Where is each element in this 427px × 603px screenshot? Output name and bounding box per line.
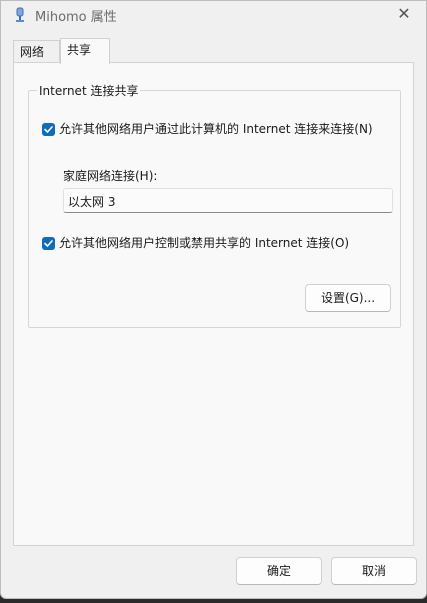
allow-share-checkbox[interactable]: [42, 123, 55, 136]
network-adapter-icon: [13, 7, 27, 23]
allow-share-label[interactable]: 允许其他网络用户通过此计算机的 Internet 连接来连接(N): [59, 120, 373, 137]
home-network-field[interactable]: 以太网 3: [63, 188, 393, 213]
ok-button[interactable]: 确定: [236, 557, 322, 585]
title-bar: Mihomo 属性 ✕: [1, 1, 426, 29]
checkmark-icon: [44, 240, 53, 247]
tab-network[interactable]: 网络: [13, 40, 60, 62]
allow-control-label[interactable]: 允许其他网络用户控制或禁用共享的 Internet 连接(O): [59, 234, 349, 251]
group-title: Internet 连接共享: [37, 82, 141, 99]
sharing-tab-panel: Internet 连接共享 允许其他网络用户通过此计算机的 Internet 连…: [13, 62, 414, 546]
settings-button[interactable]: 设置(G)...: [305, 284, 391, 312]
checkmark-icon: [44, 126, 53, 133]
home-network-label: 家庭网络连接(H):: [63, 169, 158, 183]
close-icon[interactable]: ✕: [390, 3, 418, 25]
allow-control-checkbox[interactable]: [42, 237, 55, 250]
cancel-button[interactable]: 取消: [331, 557, 417, 585]
window-title: Mihomo 属性: [35, 10, 117, 25]
tab-sharing[interactable]: 共享: [60, 38, 110, 64]
properties-dialog: Mihomo 属性 ✕ 网络 共享 Internet 连接共享 允许其他网络用户…: [0, 0, 427, 599]
internet-sharing-group: Internet 连接共享 允许其他网络用户通过此计算机的 Internet 连…: [28, 82, 401, 328]
